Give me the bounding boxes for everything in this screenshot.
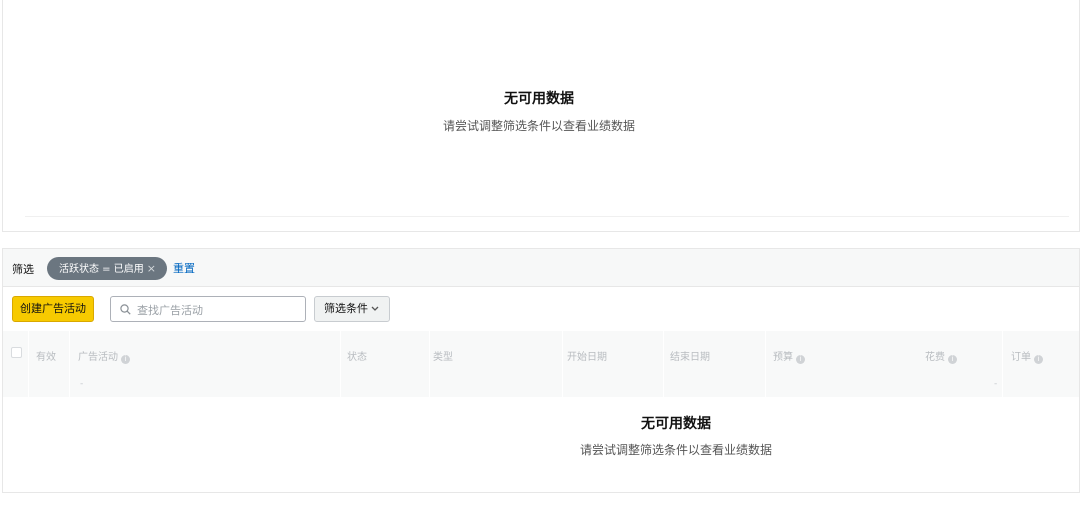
column-divider (340, 331, 341, 397)
empty-state-title: 无可用数据 (641, 416, 711, 432)
filter-chip-label: 活跃状态 = 已启用 (59, 264, 144, 275)
info-icon[interactable]: i (121, 355, 130, 364)
performance-panel: 无可用数据 请尝试调整筛选条件以查看业绩数据 (2, 0, 1080, 232)
column-divider (429, 331, 430, 397)
column-header-active[interactable]: 有效 (36, 348, 56, 363)
column-header-start-date[interactable]: 开始日期 (567, 348, 607, 363)
column-divider (69, 331, 70, 397)
info-icon[interactable]: i (1034, 355, 1043, 364)
column-divider (663, 331, 664, 397)
filter-bar: 筛选 活跃状态 = 已启用 × 重置 (3, 249, 1079, 287)
reset-link[interactable]: 重置 (173, 260, 195, 276)
select-all-checkbox[interactable] (11, 347, 22, 358)
column-header-end-date[interactable]: 结束日期 (670, 348, 710, 363)
column-header-spend[interactable]: 花费 i (925, 348, 957, 364)
search-field[interactable] (110, 296, 306, 322)
chevron-down-icon (371, 306, 379, 311)
column-divider (562, 331, 563, 397)
close-icon[interactable]: × (147, 262, 156, 275)
filter-conditions-label: 筛选条件 (324, 302, 368, 315)
search-input[interactable] (135, 300, 304, 320)
column-header-orders[interactable]: 订单 i (1011, 348, 1043, 364)
info-icon[interactable]: i (948, 355, 957, 364)
column-divider (28, 331, 29, 397)
summary-dash: - (994, 379, 998, 389)
filter-chip-status[interactable]: 活跃状态 = 已启用 × (47, 257, 167, 280)
filter-label: 筛选 (12, 263, 34, 276)
empty-state-subtitle: 请尝试调整筛选条件以查看业绩数据 (442, 119, 635, 133)
divider (25, 216, 1069, 217)
create-campaign-button[interactable]: 创建广告活动 (12, 296, 94, 322)
column-header-type[interactable]: 类型 (433, 348, 453, 363)
empty-state-title: 无可用数据 (504, 91, 574, 107)
empty-state-subtitle: 请尝试调整筛选条件以查看业绩数据 (579, 443, 772, 457)
summary-dash: - (80, 379, 84, 389)
column-divider (1002, 331, 1003, 397)
search-icon (120, 304, 131, 315)
campaigns-panel: 筛选 活跃状态 = 已启用× 重置 创建广告活动 筛选条件 有效 (2, 248, 1080, 493)
column-header-campaign[interactable]: 广告活动 i (78, 348, 130, 364)
column-header-budget[interactable]: 预算 i (773, 348, 805, 364)
info-icon[interactable]: i (796, 355, 805, 364)
column-divider (765, 331, 766, 397)
campaign-table-header: 有效 广告活动 i 状态 类型 开始日期 结束日期 预算 i 花费 i 订单 i - - (3, 331, 1079, 397)
filter-conditions-button[interactable]: 筛选条件 (314, 296, 390, 322)
column-header-status[interactable]: 状态 (347, 348, 367, 363)
